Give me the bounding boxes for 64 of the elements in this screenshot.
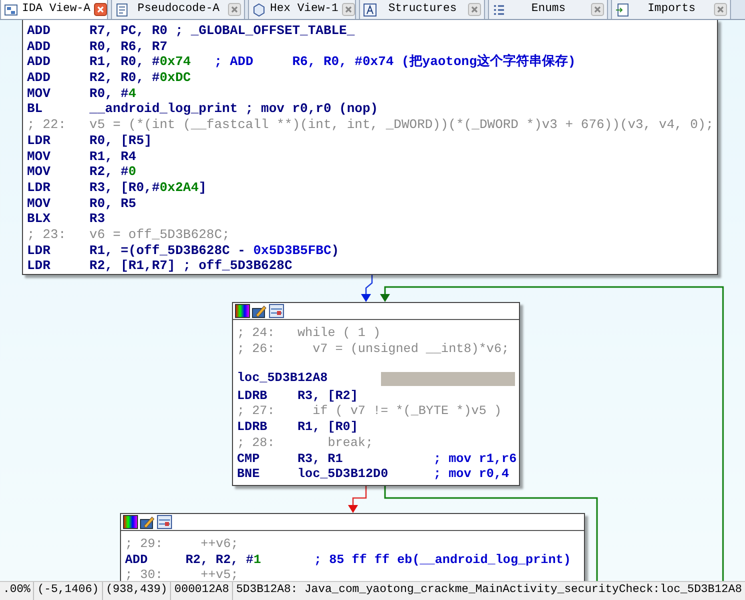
graph-icon: [4, 2, 18, 16]
code-line: LDR R3, [R0,#0x2A4]: [27, 178, 208, 194]
code-line: LDRB R1, [R0]: [237, 419, 359, 434]
document-icon: [115, 2, 129, 16]
pencil-icon[interactable]: [140, 515, 155, 529]
tab-label: IDA View-A: [22, 2, 90, 17]
tab[interactable]: Imports: [611, 0, 731, 19]
code-line: ADD R0, R6, R7: [27, 38, 168, 52]
graph-icon[interactable]: [157, 515, 172, 529]
code-line: LDR R2, [R1,R7] ; off_5D3B628C: [27, 257, 294, 272]
pseudocode-comment: ; 26: v7 = (unsigned __int8)*v6;: [237, 340, 510, 356]
tab[interactable]: IDA View-A: [0, 0, 108, 19]
tab-label: Hex View-1: [270, 2, 338, 17]
code-line: BNE loc_5D3B12D0 ; mov r0,4: [237, 466, 510, 481]
pseudocode-comment: ; 22: v5 = (*(int (__fastcall **)(int, int, _DWORD))(*(_DWORD *)v3 + 676))(v3, v4, 0);: [27, 116, 713, 131]
pseudocode-comment: ; 29: ++v6;: [125, 536, 240, 551]
close-icon[interactable]: [94, 3, 108, 16]
pencil-icon[interactable]: [252, 304, 267, 318]
edge-arrow: [348, 483, 367, 513]
status-field: 5D3B12A8: Java_com_yaotong_crackme_MainActivity_securityCheck:loc_5D3B12A8: [233, 582, 745, 600]
status-field: (-5,1406): [34, 582, 103, 600]
code-line: LDR R0, [R5]: [27, 132, 153, 146]
close-icon[interactable]: [228, 3, 241, 16]
code-line: MOV R0, #4: [27, 84, 138, 100]
code-line: ADD R2, R0, #0xDC: [27, 69, 192, 84]
import-icon: [615, 2, 629, 16]
code-line: CMP R3, R1 ; mov r1,r6: [237, 450, 515, 466]
code-line: MOV R2, #0: [27, 163, 138, 178]
tab[interactable]: Pseudocode-A: [111, 0, 245, 19]
close-icon[interactable]: [714, 3, 727, 16]
status-field: 000012A8: [171, 582, 234, 600]
code-line: MOV R0, R5: [27, 194, 138, 210]
code-line: ADD R7, PC, R0 ; _GLOBAL_OFFSET_TABLE_: [27, 22, 356, 37]
close-icon[interactable]: [591, 3, 604, 16]
tab[interactable]: Hex View-1: [248, 0, 356, 19]
tab-label: Imports: [646, 2, 696, 17]
palette-icon[interactable]: [235, 304, 250, 318]
tab-label: Pseudocode-A: [136, 2, 221, 17]
tab-label: Structures: [387, 2, 458, 17]
code-line: MOV R1, R4: [27, 148, 138, 162]
palette-icon[interactable]: [123, 515, 138, 529]
hexagon-icon: [252, 2, 266, 16]
close-icon[interactable]: [468, 3, 481, 16]
tab[interactable]: Enums: [488, 0, 608, 19]
code-line: BLX R3: [27, 210, 106, 225]
code-line: LDR R1, =(off_5D3B628C - 0x5D3B5FBC): [27, 242, 340, 256]
code-line: LDRB R3, [R2]: [237, 388, 359, 402]
list-icon: [492, 2, 506, 16]
pseudocode-comment: ; 23: v6 = off_5D3B628C;: [27, 226, 231, 241]
pseudocode-comment: ; 30: ++v5;: [125, 567, 240, 581]
code-line: ADD R2, R2, #1 ; 85 ff ff eb(__android_log_print): [125, 552, 572, 566]
status-field: .00%: [0, 582, 34, 600]
status-field: (938,439): [102, 582, 172, 600]
close-icon[interactable]: [342, 3, 356, 16]
graph-icon[interactable]: [269, 304, 284, 318]
pseudocode-comment: ; 27: if ( v7 != *(_BYTE *)v5 ): [237, 403, 503, 418]
code-line: ADD R1, R0, #0x74 ; ADD R6, R0, #0x74 (把yaotong这个字符串保存): [27, 52, 577, 68]
tab-label: Enums: [530, 2, 567, 17]
pseudocode-comment: ; 24: while ( 1 ): [237, 325, 382, 340]
tab[interactable]: Structures: [359, 0, 485, 19]
code-line: BL __android_log_print ; mov r0,r0 (nop): [27, 100, 380, 116]
letter-a-icon: [363, 2, 377, 16]
pseudocode-comment: ; 28: break;: [237, 434, 374, 450]
code-label: loc_5D3B12A8: [237, 370, 329, 388]
